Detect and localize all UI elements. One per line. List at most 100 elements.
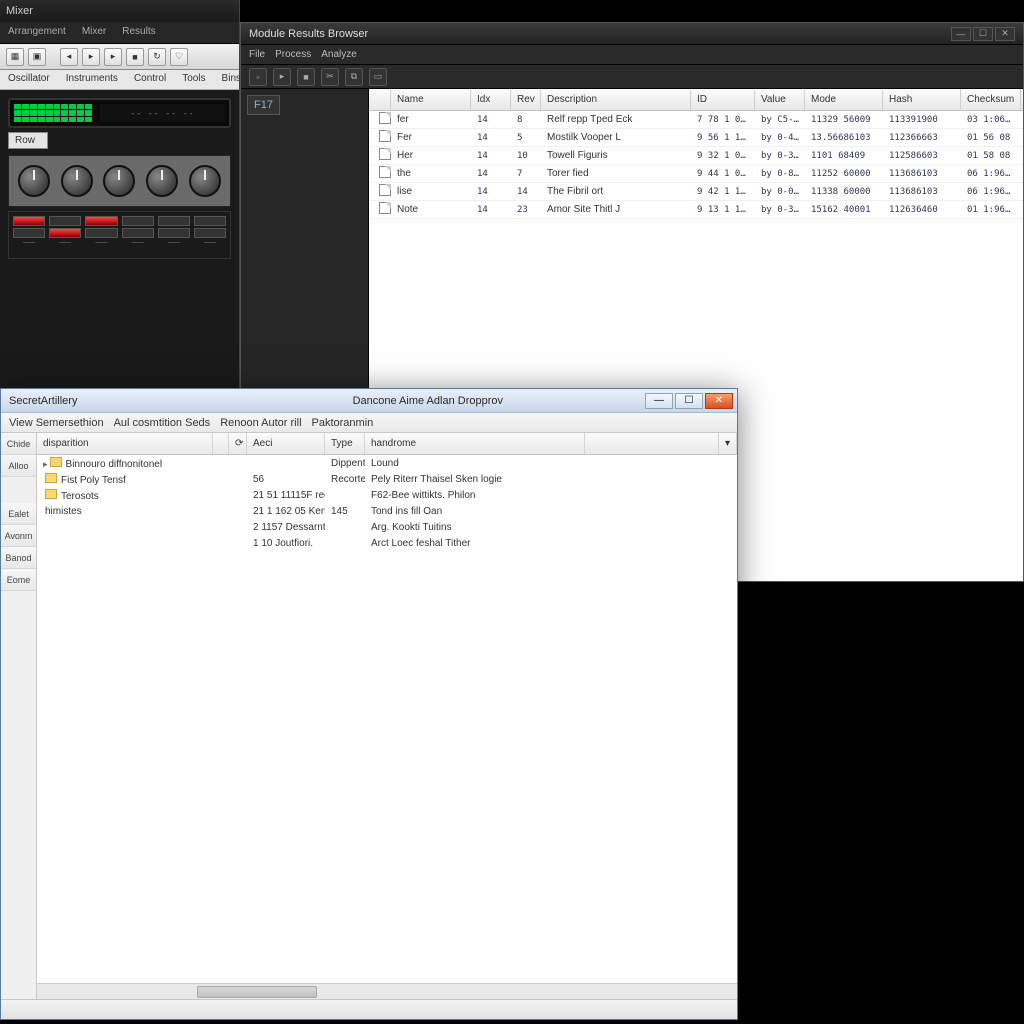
- list-item[interactable]: himistes21 1 162 05 Ken A81.145Tond ins …: [37, 503, 737, 519]
- switch-4b[interactable]: [122, 228, 154, 238]
- col-idx[interactable]: Idx: [471, 89, 511, 110]
- knob-2[interactable]: [61, 165, 93, 197]
- side-item-0[interactable]: Chide: [1, 433, 36, 455]
- switch-4[interactable]: [122, 216, 154, 226]
- close-button[interactable]: ✕: [705, 393, 733, 409]
- new-icon[interactable]: ▫: [249, 68, 267, 86]
- switch-5[interactable]: [158, 216, 190, 226]
- list-item[interactable]: Terosots21 51 11115F recsrdil.F62-Bee wi…: [37, 487, 737, 503]
- knob-3[interactable]: [103, 165, 135, 197]
- col-spin[interactable]: ⟳: [229, 433, 247, 454]
- table-row[interactable]: Fer145Mostilk Vooper L9 56 1 15 0by 0-41…: [369, 129, 1023, 147]
- table-row[interactable]: Note1423Amor Site Thitl J9 13 1 15 0by 0…: [369, 201, 1023, 219]
- chevron-icon[interactable]: ▸: [43, 459, 48, 469]
- subtab-instruments[interactable]: Instruments: [58, 70, 126, 89]
- copy-icon[interactable]: ⧉: [345, 68, 363, 86]
- file-icon: [379, 166, 391, 178]
- switch-3b[interactable]: [85, 228, 117, 238]
- col-menu-icon[interactable]: ▾: [719, 433, 737, 454]
- knob-4[interactable]: [146, 165, 178, 197]
- side-item-4[interactable]: Banod: [1, 547, 36, 569]
- col-icon[interactable]: [369, 89, 391, 110]
- scrollbar-thumb[interactable]: [197, 986, 317, 998]
- side-item-2[interactable]: Ealet: [1, 503, 36, 525]
- side-item-3[interactable]: Avonm: [1, 525, 36, 547]
- col-rev[interactable]: Rev: [511, 89, 541, 110]
- menu-item-1[interactable]: Aul cosmtition Seds: [114, 417, 211, 429]
- save-icon[interactable]: ■: [297, 68, 315, 86]
- table-row[interactable]: lise1414The Fibril ort9 42 1 15 0by 0-09…: [369, 183, 1023, 201]
- list-item[interactable]: Fist Poly Tensf56Recortert aigsril.Pely …: [37, 471, 737, 487]
- col-size[interactable]: Aeci: [247, 433, 325, 454]
- sidebar-label[interactable]: F17: [247, 95, 280, 115]
- open-icon[interactable]: ▸: [273, 68, 291, 86]
- switch-2[interactable]: [49, 216, 81, 226]
- explorer-title-bar[interactable]: SecretArtillery Dancone Aime Adlan Dropp…: [1, 389, 737, 413]
- col-hash[interactable]: Mode: [805, 89, 883, 110]
- cell-idx: 14: [471, 187, 511, 197]
- subtab-oscillator[interactable]: Oscillator: [0, 70, 58, 89]
- table-row[interactable]: fer148Relf repp Tped Eck7 78 1 04 0by C5…: [369, 111, 1023, 129]
- table-row[interactable]: the147Torer fied9 44 1 07 0by 0-89411252…: [369, 165, 1023, 183]
- switch-2b[interactable]: [49, 228, 81, 238]
- list-item[interactable]: ▸Binnouro diffnonitonelDippentLound: [37, 455, 737, 471]
- explorer-rows: ▸Binnouro diffnonitonelDippentLoundFist …: [37, 455, 737, 983]
- menu-file[interactable]: File: [249, 49, 265, 60]
- daw-tab-results[interactable]: Results: [114, 22, 163, 43]
- daw-toolbar: ▦ ▣ ◂ ▸ ▸ ■ ↻ ♡: [0, 44, 239, 70]
- menu-item-2[interactable]: Renoon Autor rill: [220, 417, 301, 429]
- minimize-button[interactable]: —: [951, 27, 971, 41]
- col-ref[interactable]: Date: [1021, 89, 1023, 110]
- paste-icon[interactable]: ▭: [369, 68, 387, 86]
- col-val[interactable]: Value: [755, 89, 805, 110]
- prev-icon[interactable]: ◂: [60, 48, 78, 66]
- explorer-menu: View Semersethion Aul cosmtition Seds Re…: [1, 413, 737, 433]
- next-icon[interactable]: ▸: [104, 48, 122, 66]
- list-item[interactable]: 1 10 Joutfiori.Arct Loec feshal Tither: [37, 535, 737, 551]
- subtab-tools[interactable]: Tools: [174, 70, 213, 89]
- stop-icon[interactable]: ■: [126, 48, 144, 66]
- switch-6[interactable]: [194, 216, 226, 226]
- menu-analyze[interactable]: Analyze: [321, 49, 357, 60]
- col-id[interactable]: ID: [691, 89, 755, 110]
- switch-6b[interactable]: [194, 228, 226, 238]
- side-item-5[interactable]: Eome: [1, 569, 36, 591]
- results-title-bar[interactable]: Module Results Browser — ☐ ✕: [241, 23, 1023, 45]
- col-name[interactable]: disparition: [37, 433, 213, 454]
- daw-tab-mixer[interactable]: Mixer: [74, 22, 114, 43]
- cell-size: 2 1157 Dessarntl.: [247, 522, 325, 533]
- grid-icon[interactable]: ▦: [6, 48, 24, 66]
- maximize-button[interactable]: ☐: [973, 27, 993, 41]
- daw-tab-arrangement[interactable]: Arrangement: [0, 22, 74, 43]
- minimize-button[interactable]: —: [645, 393, 673, 409]
- subtab-control[interactable]: Control: [126, 70, 174, 89]
- save-icon[interactable]: ▣: [28, 48, 46, 66]
- heart-icon[interactable]: ♡: [170, 48, 188, 66]
- col-date[interactable]: Checksum: [961, 89, 1021, 110]
- switch-3[interactable]: [85, 216, 117, 226]
- switch-1b[interactable]: [13, 228, 45, 238]
- list-item[interactable]: 2 1157 Dessarntl.Arg. Kookti Tuitins: [37, 519, 737, 535]
- col-chk[interactable]: Hash: [883, 89, 961, 110]
- switch-1[interactable]: [13, 216, 45, 226]
- col-n[interactable]: [213, 433, 229, 454]
- menu-item-3[interactable]: Paktoranmin: [312, 417, 374, 429]
- cell-ref: 1258: [1021, 187, 1023, 197]
- col-desc[interactable]: handrome: [365, 433, 585, 454]
- cut-icon[interactable]: ✂: [321, 68, 339, 86]
- play-icon[interactable]: ▸: [82, 48, 100, 66]
- menu-process[interactable]: Process: [275, 49, 311, 60]
- table-row[interactable]: Her1410Towell Figuris9 32 1 04 0by 0-373…: [369, 147, 1023, 165]
- menu-item-0[interactable]: View Semersethion: [9, 417, 104, 429]
- switch-5b[interactable]: [158, 228, 190, 238]
- col-type[interactable]: Type: [325, 433, 365, 454]
- knob-1[interactable]: [18, 165, 50, 197]
- maximize-button[interactable]: ☐: [675, 393, 703, 409]
- side-item-1[interactable]: Alloo: [1, 455, 36, 477]
- close-button[interactable]: ✕: [995, 27, 1015, 41]
- col-desc[interactable]: Description: [541, 89, 691, 110]
- horizontal-scrollbar[interactable]: [37, 983, 737, 999]
- loop-icon[interactable]: ↻: [148, 48, 166, 66]
- knob-5[interactable]: [189, 165, 221, 197]
- col-name[interactable]: Name: [391, 89, 471, 110]
